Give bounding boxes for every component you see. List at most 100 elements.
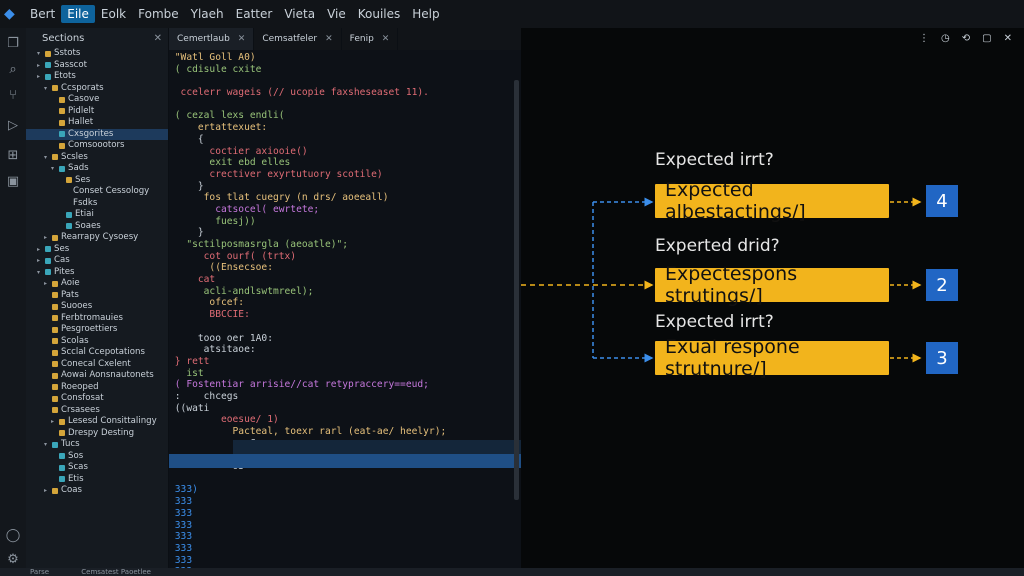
folder-icon — [59, 131, 65, 138]
tab-close-icon[interactable]: ✕ — [325, 34, 333, 44]
chevron-icon[interactable]: ▸ — [37, 255, 45, 267]
menu-item-3[interactable]: Fombe — [132, 5, 185, 23]
folder-icon — [59, 464, 65, 471]
tree-item[interactable]: Etis — [26, 474, 168, 486]
menu-item-7[interactable]: Vie — [321, 5, 352, 23]
editor-tab[interactable]: Fenip ✕ — [342, 28, 399, 50]
tree-item[interactable]: Conecal Cxelent — [26, 359, 168, 371]
search-icon[interactable]: ⌕ — [5, 62, 21, 78]
tree-item-label: Etis — [68, 473, 84, 484]
code-editor[interactable]: Cemertlaub ✕ Cemsatfeler ✕ Fenip ✕ "Watl Goll… — [169, 28, 521, 568]
tree-item[interactable]: ▸ Aoie — [26, 278, 168, 290]
tree-item[interactable]: ▸ Rearrapy Cysoesy — [26, 232, 168, 244]
chevron-icon[interactable]: ▾ — [37, 48, 45, 60]
code-line: ( Fostentiar arrisie//cat retypraccery==… — [169, 379, 429, 391]
tree-item[interactable]: Scas — [26, 462, 168, 474]
tree-item[interactable]: Aowai Aonsnautonets — [26, 370, 168, 382]
menu-item-1[interactable]: Eile — [61, 5, 95, 23]
tree-item[interactable]: Comsoootors — [26, 140, 168, 152]
flow-box-1[interactable]: Expected albestactings/] — [655, 179, 889, 223]
maximize-icon[interactable]: ▢ — [982, 33, 991, 44]
code-area[interactable]: "Watl Goll A0) ( cdisule cxite ccelerr w… — [169, 52, 521, 568]
menu-item-5[interactable]: Eatter — [230, 5, 279, 23]
tree-item[interactable]: ▾ Sstots — [26, 48, 168, 60]
tree-item[interactable]: ▸ Sasscot — [26, 60, 168, 72]
tree-item[interactable]: Scclal Ccepotations — [26, 347, 168, 359]
tab-close-icon[interactable]: ✕ — [238, 34, 246, 44]
tree-item[interactable]: ▾ Pites — [26, 267, 168, 279]
tree-item[interactable]: Hallet — [26, 117, 168, 129]
files-icon[interactable]: ❐ — [5, 36, 21, 52]
tree-item[interactable]: Casove — [26, 94, 168, 106]
tree-item[interactable]: Consfosat — [26, 393, 168, 405]
menu-item-0[interactable]: Bert — [24, 5, 61, 23]
tree-item[interactable]: Cxsgorites — [26, 128, 168, 140]
chevron-icon[interactable]: ▾ — [37, 267, 45, 279]
code-line: Pacteal, toexr rarl (eat-ae/ heelyr); — [169, 426, 447, 437]
code-line: 333 — [169, 554, 193, 566]
tree-item[interactable]: ▾ Tucs — [26, 439, 168, 451]
chevron-icon[interactable]: ▸ — [44, 278, 52, 290]
tree-item[interactable]: Scolas — [26, 336, 168, 348]
menu-item-2[interactable]: Eolk — [95, 5, 132, 23]
tree-item[interactable]: Pesgroettiers — [26, 324, 168, 336]
tree-item[interactable]: ▾ Ccsporats — [26, 83, 168, 95]
tree-item-label: Rearrapy Cysoesy — [61, 232, 139, 242]
tree-item-label: Etiai — [75, 209, 94, 219]
chevron-icon[interactable]: ▾ — [44, 152, 52, 164]
tree-item[interactable]: Fsdks — [26, 198, 168, 210]
tree-item[interactable]: ▸ Lesesd Consittalingy — [26, 416, 168, 428]
chevron-icon[interactable]: ▸ — [37, 244, 45, 256]
menu-item-6[interactable]: Vieta — [278, 5, 321, 23]
code-line: ((wati — [169, 402, 210, 414]
tree-item[interactable]: Ses — [26, 175, 168, 187]
tree-item[interactable]: ▸ Cas — [26, 255, 168, 267]
code-line: fos tlat cuegry (n drs/ aoeeall) — [169, 192, 389, 204]
tree-item[interactable]: Conset Cessology — [26, 186, 168, 198]
chevron-icon[interactable]: ▾ — [44, 83, 52, 95]
history-icon[interactable]: ◷ — [941, 33, 950, 44]
tree-item[interactable]: ▾ Scsles — [26, 152, 168, 164]
source-control-icon[interactable]: ⑂ — [5, 88, 21, 104]
refresh-icon[interactable]: ⟲ — [962, 33, 970, 44]
flow-box-3[interactable]: Exual respone strutnure/] — [655, 336, 889, 380]
menu-item-8[interactable]: Kouiles — [352, 5, 407, 23]
account-icon[interactable]: ◯ — [5, 528, 21, 544]
tab-close-icon[interactable]: ✕ — [382, 34, 390, 44]
debug-icon[interactable]: ▷ — [5, 118, 21, 134]
close-panel-icon[interactable]: ✕ — [1004, 33, 1012, 44]
remote-icon[interactable]: ▣ — [5, 174, 21, 190]
extensions-icon[interactable]: ⊞ — [5, 148, 21, 164]
tree-item[interactable]: Roeoped — [26, 382, 168, 394]
tree-item[interactable]: Etiai — [26, 209, 168, 221]
tree-item[interactable]: Ferbtromauies — [26, 313, 168, 325]
tree-item[interactable]: ▸ Etots — [26, 71, 168, 83]
chevron-icon[interactable]: ▸ — [37, 71, 45, 83]
tree-item[interactable]: ▸ Ses — [26, 244, 168, 256]
tree-item[interactable]: Pidlelt — [26, 106, 168, 118]
flow-box-2[interactable]: Expectespons strutings/] — [655, 263, 889, 307]
chevron-icon[interactable]: ▸ — [37, 60, 45, 72]
tree-item[interactable]: Crsasees — [26, 405, 168, 417]
chevron-icon[interactable]: ▾ — [44, 439, 52, 451]
tree-item[interactable]: Suooes — [26, 301, 168, 313]
code-line: cot ourf( (trtx) — [169, 250, 297, 262]
chevron-icon[interactable]: ▸ — [44, 485, 52, 497]
editor-tab[interactable]: Cemsatfeler ✕ — [254, 28, 342, 50]
menu-item-9[interactable]: Help — [406, 5, 445, 23]
editor-tab[interactable]: Cemertlaub ✕ — [169, 28, 255, 50]
chevron-icon[interactable]: ▸ — [44, 232, 52, 244]
menu-item-4[interactable]: Ylaeh — [185, 5, 230, 23]
tree-item[interactable]: ▾ Sads — [26, 163, 168, 175]
tree-item[interactable]: ▸ Coas — [26, 485, 168, 497]
tree-item[interactable]: Pats — [26, 290, 168, 302]
chevron-icon[interactable]: ▾ — [51, 163, 59, 175]
chevron-icon[interactable]: ▸ — [51, 416, 59, 428]
tree-item[interactable]: Soaes — [26, 221, 168, 233]
editor-scrollbar[interactable] — [514, 80, 519, 500]
more-actions-icon[interactable]: ⋮ — [919, 33, 929, 44]
settings-gear-icon[interactable]: ⚙ — [5, 552, 21, 568]
close-icon[interactable]: ✕ — [154, 33, 162, 44]
tree-item[interactable]: Drespy Desting — [26, 428, 168, 440]
tree-item[interactable]: Sos — [26, 451, 168, 463]
